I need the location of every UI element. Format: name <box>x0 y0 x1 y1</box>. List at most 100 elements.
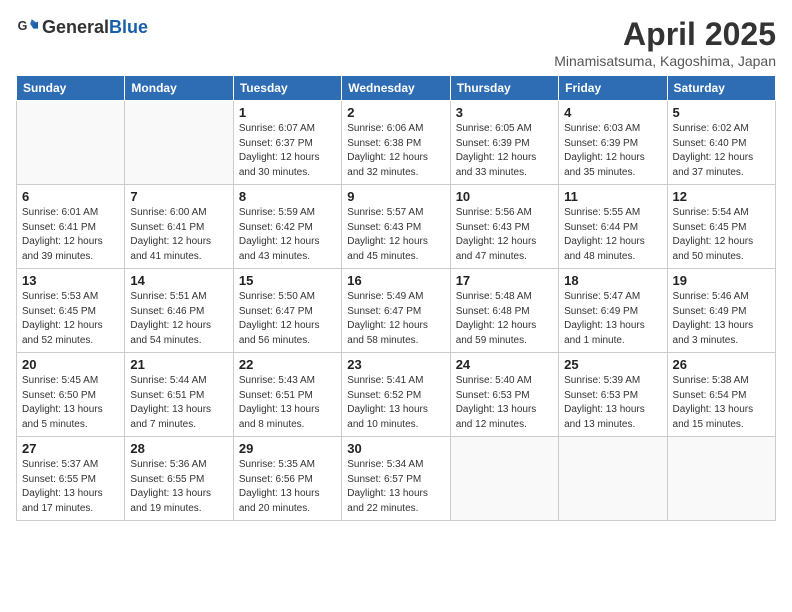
calendar-cell: 13Sunrise: 5:53 AM Sunset: 6:45 PM Dayli… <box>17 269 125 353</box>
day-number: 1 <box>239 105 336 120</box>
header-day-sunday: Sunday <box>17 76 125 101</box>
day-detail: Sunrise: 5:39 AM Sunset: 6:53 PM Dayligh… <box>564 374 661 432</box>
calendar-cell: 15 Sunrise: 5:50 AM Sunset: 6:47 PM Dayli… <box>233 269 341 353</box>
day-detail: Sunrise: 5:59 AM Sunset: 6:42 PM Dayligh… <box>239 206 336 264</box>
calendar-week-row: 27Sunrise: 5:37 AM Sunset: 6:55 PM Dayli… <box>17 437 776 521</box>
calendar-header-row: SundayMondayTuesdayWednesdayThursdayFrid… <box>17 76 776 101</box>
header-day-wednesday: Wednesday <box>342 76 450 101</box>
calendar-cell <box>125 101 233 185</box>
day-number: 15 <box>239 273 336 288</box>
calendar-cell: 8 Sunrise: 5:59 AM Sunset: 6:42 PM Daylig… <box>233 185 341 269</box>
calendar-cell: 28 Sunrise: 5:36 AM Sunset: 6:55 PM Dayli… <box>125 437 233 521</box>
calendar-cell: 16Sunrise: 5:49 AM Sunset: 6:47 PM Dayli… <box>342 269 450 353</box>
calendar-cell: 18Sunrise: 5:47 AM Sunset: 6:49 PM Dayli… <box>559 269 667 353</box>
title-block: April 2025 Minamisatsuma, Kagoshima, Jap… <box>554 16 776 69</box>
day-detail: Sunrise: 5:54 AM Sunset: 6:45 PM Dayligh… <box>673 206 770 264</box>
day-number: 28 <box>130 441 227 456</box>
day-detail: Sunrise: 5:57 AM Sunset: 6:43 PM Dayligh… <box>347 206 444 264</box>
calendar-cell: 6Sunrise: 6:01 AM Sunset: 6:41 PM Daylig… <box>17 185 125 269</box>
page-header: G GeneralBlue April 2025 Minamisatsuma, … <box>16 16 776 69</box>
calendar-cell <box>17 101 125 185</box>
day-number: 17 <box>456 273 553 288</box>
calendar-week-row: 20 Sunrise: 5:45 AM Sunset: 6:50 PM Dayli… <box>17 353 776 437</box>
day-number: 20 <box>22 357 119 372</box>
day-number: 8 <box>239 189 336 204</box>
logo-icon: G <box>16 16 38 38</box>
logo-text-blue: Blue <box>109 17 148 37</box>
day-number: 27 <box>22 441 119 456</box>
calendar-week-row: 13Sunrise: 5:53 AM Sunset: 6:45 PM Dayli… <box>17 269 776 353</box>
day-number: 29 <box>239 441 336 456</box>
calendar-table: SundayMondayTuesdayWednesdayThursdayFrid… <box>16 75 776 521</box>
day-detail: Sunrise: 5:35 AM Sunset: 6:56 PM Dayligh… <box>239 458 336 516</box>
day-number: 3 <box>456 105 553 120</box>
day-number: 2 <box>347 105 444 120</box>
calendar-cell: 24 Sunrise: 5:40 AM Sunset: 6:53 PM Dayli… <box>450 353 558 437</box>
calendar-cell <box>667 437 775 521</box>
day-detail: Sunrise: 5:51 AM Sunset: 6:46 PM Dayligh… <box>130 290 227 348</box>
day-number: 11 <box>564 189 661 204</box>
logo: G GeneralBlue <box>16 16 148 38</box>
day-detail: Sunrise: 5:45 AM Sunset: 6:50 PM Dayligh… <box>22 374 119 432</box>
calendar-cell: 19Sunrise: 5:46 AM Sunset: 6:49 PM Dayli… <box>667 269 775 353</box>
day-detail: Sunrise: 5:50 AM Sunset: 6:47 PM Dayligh… <box>239 290 336 348</box>
day-detail: Sunrise: 5:55 AM Sunset: 6:44 PM Dayligh… <box>564 206 661 264</box>
day-number: 14 <box>130 273 227 288</box>
header-day-monday: Monday <box>125 76 233 101</box>
calendar-title: April 2025 <box>554 16 776 53</box>
calendar-cell: 25 Sunrise: 5:39 AM Sunset: 6:53 PM Dayli… <box>559 353 667 437</box>
calendar-cell: 14 Sunrise: 5:51 AM Sunset: 6:46 PM Dayli… <box>125 269 233 353</box>
header-day-friday: Friday <box>559 76 667 101</box>
day-number: 25 <box>564 357 661 372</box>
day-detail: Sunrise: 5:43 AM Sunset: 6:51 PM Dayligh… <box>239 374 336 432</box>
day-number: 5 <box>673 105 770 120</box>
calendar-cell: 3 Sunrise: 6:05 AM Sunset: 6:39 PM Daylig… <box>450 101 558 185</box>
day-detail: Sunrise: 5:53 AM Sunset: 6:45 PM Dayligh… <box>22 290 119 348</box>
calendar-cell: 22 Sunrise: 5:43 AM Sunset: 6:51 PM Dayli… <box>233 353 341 437</box>
day-number: 12 <box>673 189 770 204</box>
day-detail: Sunrise: 6:02 AM Sunset: 6:40 PM Dayligh… <box>673 122 770 180</box>
calendar-cell <box>559 437 667 521</box>
calendar-cell: 9 Sunrise: 5:57 AM Sunset: 6:43 PM Daylig… <box>342 185 450 269</box>
calendar-cell: 17Sunrise: 5:48 AM Sunset: 6:48 PM Dayli… <box>450 269 558 353</box>
calendar-cell: 20 Sunrise: 5:45 AM Sunset: 6:50 PM Dayli… <box>17 353 125 437</box>
svg-text:G: G <box>18 19 28 33</box>
calendar-cell: 7 Sunrise: 6:00 AM Sunset: 6:41 PM Daylig… <box>125 185 233 269</box>
day-detail: Sunrise: 5:36 AM Sunset: 6:55 PM Dayligh… <box>130 458 227 516</box>
day-number: 4 <box>564 105 661 120</box>
calendar-cell: 2Sunrise: 6:06 AM Sunset: 6:38 PM Daylig… <box>342 101 450 185</box>
day-number: 18 <box>564 273 661 288</box>
day-detail: Sunrise: 6:05 AM Sunset: 6:39 PM Dayligh… <box>456 122 553 180</box>
day-detail: Sunrise: 5:41 AM Sunset: 6:52 PM Dayligh… <box>347 374 444 432</box>
calendar-cell: 4 Sunrise: 6:03 AM Sunset: 6:39 PM Daylig… <box>559 101 667 185</box>
logo-text-block: GeneralBlue <box>42 17 148 38</box>
calendar-cell: 12 Sunrise: 5:54 AM Sunset: 6:45 PM Dayli… <box>667 185 775 269</box>
day-number: 9 <box>347 189 444 204</box>
calendar-cell: 11 Sunrise: 5:55 AM Sunset: 6:44 PM Dayli… <box>559 185 667 269</box>
calendar-cell: 5 Sunrise: 6:02 AM Sunset: 6:40 PM Daylig… <box>667 101 775 185</box>
day-number: 22 <box>239 357 336 372</box>
day-number: 24 <box>456 357 553 372</box>
calendar-week-row: 1 Sunrise: 6:07 AM Sunset: 6:37 PM Daylig… <box>17 101 776 185</box>
day-number: 26 <box>673 357 770 372</box>
day-detail: Sunrise: 6:00 AM Sunset: 6:41 PM Dayligh… <box>130 206 227 264</box>
day-detail: Sunrise: 5:40 AM Sunset: 6:53 PM Dayligh… <box>456 374 553 432</box>
day-detail: Sunrise: 6:03 AM Sunset: 6:39 PM Dayligh… <box>564 122 661 180</box>
calendar-cell: 21 Sunrise: 5:44 AM Sunset: 6:51 PM Dayli… <box>125 353 233 437</box>
day-number: 19 <box>673 273 770 288</box>
calendar-cell: 26Sunrise: 5:38 AM Sunset: 6:54 PM Dayli… <box>667 353 775 437</box>
calendar-cell: 1 Sunrise: 6:07 AM Sunset: 6:37 PM Daylig… <box>233 101 341 185</box>
calendar-cell <box>450 437 558 521</box>
calendar-cell: 30Sunrise: 5:34 AM Sunset: 6:57 PM Dayli… <box>342 437 450 521</box>
calendar-cell: 23Sunrise: 5:41 AM Sunset: 6:52 PM Dayli… <box>342 353 450 437</box>
day-detail: Sunrise: 5:49 AM Sunset: 6:47 PM Dayligh… <box>347 290 444 348</box>
day-number: 10 <box>456 189 553 204</box>
day-number: 21 <box>130 357 227 372</box>
day-detail: Sunrise: 6:07 AM Sunset: 6:37 PM Dayligh… <box>239 122 336 180</box>
day-detail: Sunrise: 5:44 AM Sunset: 6:51 PM Dayligh… <box>130 374 227 432</box>
day-number: 7 <box>130 189 227 204</box>
calendar-cell: 29 Sunrise: 5:35 AM Sunset: 6:56 PM Dayli… <box>233 437 341 521</box>
day-detail: Sunrise: 6:01 AM Sunset: 6:41 PM Dayligh… <box>22 206 119 264</box>
calendar-cell: 27Sunrise: 5:37 AM Sunset: 6:55 PM Dayli… <box>17 437 125 521</box>
header-day-saturday: Saturday <box>667 76 775 101</box>
